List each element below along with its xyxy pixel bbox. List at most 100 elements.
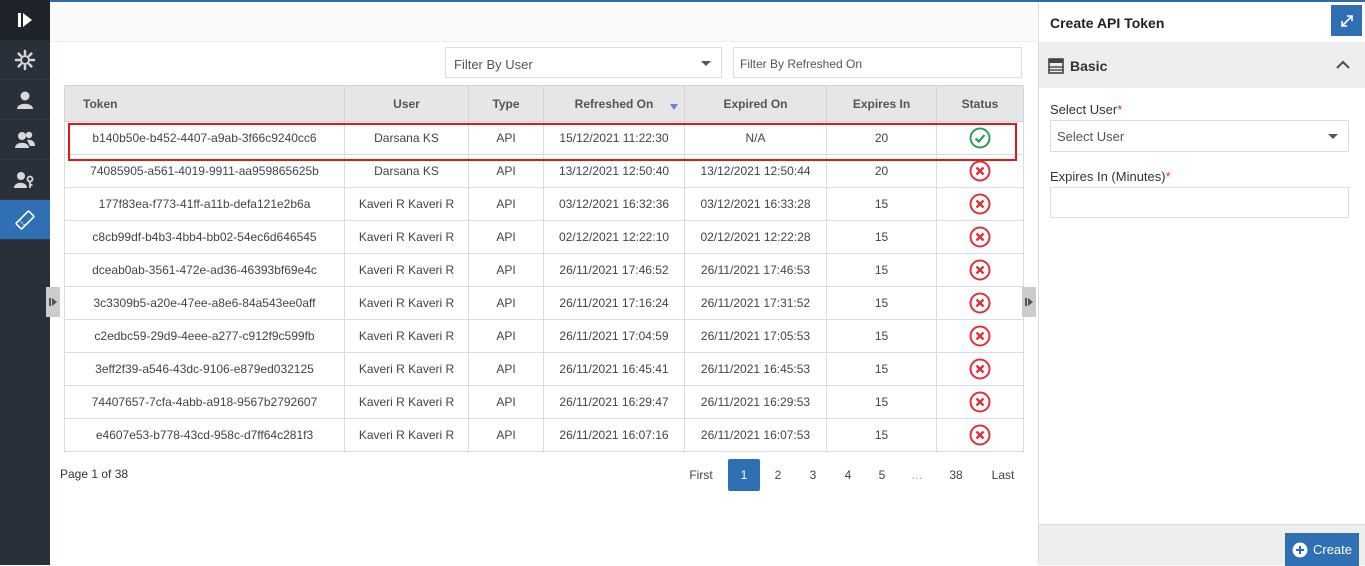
column-header-refreshed-on[interactable]: Refreshed On xyxy=(543,85,685,122)
select-user-dropdown[interactable]: Select User xyxy=(1050,120,1349,152)
cell-expires-in: 15 xyxy=(826,418,937,452)
cell-token: b140b50e-b452-4407-a9ab-3f66c9240cc6 xyxy=(64,121,345,155)
table-row[interactable]: 3c3309b5-a20e-47ee-a8e6-84a543ee0aff Kave… xyxy=(64,286,1024,320)
filter-by-user-placeholder: Filter By User xyxy=(454,57,533,72)
select-user-label-text: Select User xyxy=(1050,102,1118,117)
column-header-token[interactable]: Token xyxy=(64,85,345,122)
cell-refreshed-on: 26/11/2021 17:46:52 xyxy=(543,253,685,287)
x-circle-icon xyxy=(969,160,991,182)
x-circle-icon xyxy=(969,193,991,215)
table-row[interactable]: 177f83ea-f773-41ff-a11b-defa121e2b6a Kave… xyxy=(64,187,1024,221)
sort-descending-icon xyxy=(670,104,678,110)
cell-status xyxy=(936,352,1024,386)
cell-refreshed-on: 26/11/2021 17:16:24 xyxy=(543,286,685,320)
cell-token: 3c3309b5-a20e-47ee-a8e6-84a543ee0aff xyxy=(64,286,345,320)
table-row[interactable]: 74407657-7cfa-4abb-a918-9567b2792607 Kave… xyxy=(64,385,1024,419)
cell-expires-in: 15 xyxy=(826,220,937,254)
cell-token: e4607e53-b778-43cd-958c-d7ff64c281f3 xyxy=(64,418,345,452)
pagination-page-2[interactable]: 2 xyxy=(766,459,790,491)
cell-type: API xyxy=(468,154,544,188)
nav-item-user-key[interactable] xyxy=(0,160,50,200)
cell-user: Kaveri R Kaveri R xyxy=(344,286,469,320)
table-row[interactable]: 74085905-a561-4019-9911-aa959865625b Dars… xyxy=(64,154,1024,188)
cell-status xyxy=(936,220,1024,254)
cell-type: API xyxy=(468,187,544,221)
cell-expires-in: 20 xyxy=(826,154,937,188)
column-header-user[interactable]: User xyxy=(344,85,469,122)
cell-expires-in: 15 xyxy=(826,187,937,221)
cell-token: c2edbc59-29d9-4eee-a277-c912f9c599fb xyxy=(64,319,345,353)
table-row[interactable]: c2edbc59-29d9-4eee-a277-c912f9c599fb Kave… xyxy=(64,319,1024,353)
pagination-ellipsis: … xyxy=(911,468,923,482)
cell-user: Darsana KS xyxy=(344,154,469,188)
cell-expires-in: 15 xyxy=(826,319,937,353)
cell-expired-on: 02/12/2021 12:22:28 xyxy=(684,220,827,254)
cell-expired-on: 13/12/2021 12:50:44 xyxy=(684,154,827,188)
column-header-expired-on[interactable]: Expired On xyxy=(684,85,827,122)
user-icon xyxy=(17,91,33,109)
nav-item-tokens[interactable] xyxy=(0,200,50,240)
cell-expires-in: 20 xyxy=(826,121,937,155)
cell-token: 177f83ea-f773-41ff-a11b-defa121e2b6a xyxy=(64,187,345,221)
nav-item-users[interactable] xyxy=(0,120,50,160)
cell-user: Kaveri R Kaveri R xyxy=(344,319,469,353)
top-toolbar xyxy=(50,2,1038,42)
token-table: Token User Type Refreshed On Expired On … xyxy=(64,85,1024,452)
cell-type: API xyxy=(468,352,544,386)
table-row[interactable]: dceab0ab-3561-472e-ad36-46393bf69e4c Kave… xyxy=(64,253,1024,287)
panel-title: Create API Token xyxy=(1050,15,1165,31)
users-group-icon xyxy=(15,131,35,148)
column-header-expires-in[interactable]: Expires In xyxy=(826,85,937,122)
nav-item-user[interactable] xyxy=(0,80,50,120)
cell-refreshed-on: 26/11/2021 16:07:16 xyxy=(543,418,685,452)
expires-in-input[interactable] xyxy=(1050,187,1349,218)
table-row[interactable]: c8cb99df-b4b3-4bb4-bb02-54ec6d646545 Kave… xyxy=(64,220,1024,254)
panel-footer: Create xyxy=(1039,524,1365,566)
nav-item-settings[interactable] xyxy=(0,40,50,80)
filter-by-refreshed-placeholder: Filter By Refreshed On xyxy=(740,57,863,71)
expand-handle-icon xyxy=(49,298,57,306)
table-row[interactable]: b140b50e-b452-4407-a9ab-3f66c9240cc6 Dars… xyxy=(64,121,1024,155)
cell-user: Kaveri R Kaveri R xyxy=(344,385,469,419)
x-circle-icon xyxy=(969,424,991,446)
right-collapse-handle[interactable] xyxy=(1022,287,1036,317)
user-key-icon xyxy=(14,171,34,188)
column-header-status[interactable]: Status xyxy=(936,85,1024,122)
chevron-down-icon xyxy=(701,61,711,66)
basic-section-header[interactable]: Basic xyxy=(1039,42,1365,88)
cell-token: c8cb99df-b4b3-4bb4-bb02-54ec6d646545 xyxy=(64,220,345,254)
cell-status xyxy=(936,385,1024,419)
pagination-page-1[interactable]: 1 xyxy=(728,459,760,491)
cell-refreshed-on: 03/12/2021 16:32:36 xyxy=(543,187,685,221)
pagination-page-5[interactable]: 5 xyxy=(870,459,894,491)
chevron-up-icon[interactable] xyxy=(1335,59,1351,69)
pagination-page-4[interactable]: 4 xyxy=(836,459,860,491)
settings-icon xyxy=(14,49,36,70)
x-circle-icon xyxy=(969,259,991,281)
column-header-type[interactable]: Type xyxy=(468,85,544,122)
filter-by-user-select[interactable]: Filter By User xyxy=(445,47,722,78)
filter-by-refreshed-input[interactable]: Filter By Refreshed On xyxy=(733,47,1022,78)
cell-status xyxy=(936,121,1024,155)
cell-user: Kaveri R Kaveri R xyxy=(344,352,469,386)
expand-nav-icon xyxy=(18,13,32,27)
pagination-page-3[interactable]: 3 xyxy=(801,459,825,491)
cell-refreshed-on: 15/12/2021 11:22:30 xyxy=(543,121,685,155)
left-collapse-handle[interactable] xyxy=(46,287,60,317)
cell-type: API xyxy=(468,286,544,320)
table-row[interactable]: e4607e53-b778-43cd-958c-d7ff64c281f3 Kave… xyxy=(64,418,1024,452)
form-section-icon xyxy=(1048,58,1064,74)
maximize-panel-button[interactable] xyxy=(1331,5,1362,36)
select-user-label: Select User* xyxy=(1050,102,1122,117)
cell-type: API xyxy=(468,319,544,353)
cell-type: API xyxy=(468,253,544,287)
create-button[interactable]: Create xyxy=(1285,533,1359,566)
expires-in-label-text: Expires In (Minutes) xyxy=(1050,169,1166,184)
pagination-last[interactable]: Last xyxy=(987,459,1019,491)
nav-expand-button[interactable] xyxy=(0,0,50,40)
table-row[interactable]: 3eff2f39-a546-43dc-9106-e879ed032125 Kave… xyxy=(64,352,1024,386)
pagination-first[interactable]: First xyxy=(682,459,720,491)
cell-status xyxy=(936,286,1024,320)
pagination-page-38[interactable]: 38 xyxy=(942,459,970,491)
x-circle-icon xyxy=(969,226,991,248)
